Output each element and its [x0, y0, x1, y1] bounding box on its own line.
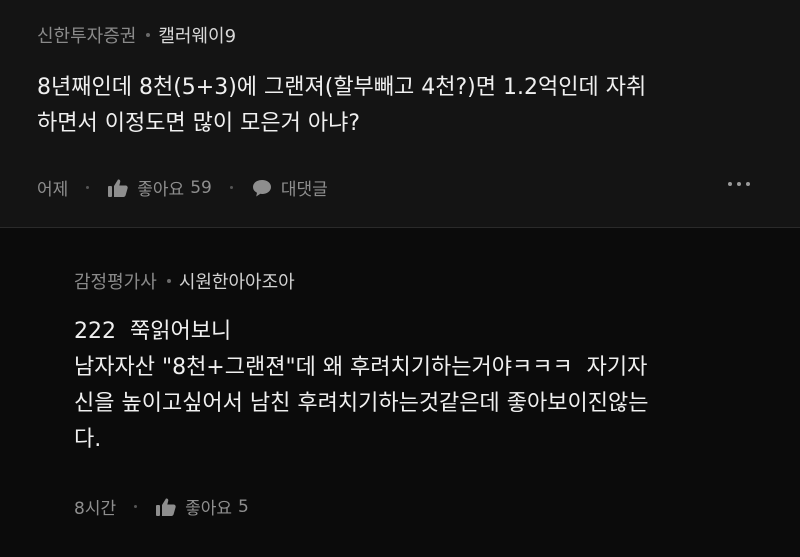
author-company: 감정평가사 — [74, 272, 157, 293]
author-company: 신한투자증권 — [37, 26, 137, 47]
author-nickname[interactable]: 캘러웨이9 — [158, 22, 236, 48]
like-count: 59 — [190, 177, 212, 198]
reply-author[interactable]: 감정평가사 시원한아아조아 — [74, 268, 295, 294]
meta-separator — [86, 186, 90, 189]
meta-separator — [229, 186, 233, 189]
comment-reply: 감정평가사 시원한아아조아 222 쭉읽어보니 남자자산 "8천+그랜젼"데 왜… — [0, 228, 800, 557]
reply-actions: 8시간 좋아요 5 — [74, 494, 249, 520]
comment-time: 어제 — [37, 180, 69, 200]
like-button[interactable]: 좋아요 59 — [107, 175, 212, 200]
more-dot — [746, 182, 750, 186]
reply-label: 대댓글 — [280, 180, 328, 200]
comment-body: 8년째인데 8천(5+3)에 그랜져(할부빼고 4천?)면 1.2억인데 자취 … — [37, 75, 647, 136]
speech-bubble-icon — [251, 178, 273, 198]
like-button[interactable]: 좋아요 5 — [155, 494, 249, 519]
reply-button[interactable]: 대댓글 — [251, 175, 328, 200]
author-separator-dot — [166, 279, 171, 283]
comment-author[interactable]: 신한투자증권 캘러웨이9 — [37, 22, 236, 48]
like-count: 5 — [238, 496, 249, 517]
more-dot — [737, 182, 741, 186]
meta-separator — [134, 505, 138, 508]
comment-main: 신한투자증권 캘러웨이9 8년째인데 8천(5+3)에 그랜져(할부빼고 4천?… — [0, 0, 800, 228]
reply-body: 222 쭉읽어보니 남자자산 "8천+그랜젼"데 왜 후려치기하는거야ㅋㅋㅋ 자… — [74, 319, 649, 452]
author-nickname[interactable]: 시원한아아조아 — [179, 268, 295, 294]
thumbs-up-icon — [155, 497, 177, 517]
like-label: 좋아요 — [137, 180, 185, 200]
comment-actions: 어제 좋아요 59 대댓글 — [37, 175, 328, 201]
more-dots-icon[interactable] — [728, 182, 750, 186]
reply-time: 8시간 — [74, 499, 117, 519]
author-separator-dot — [146, 33, 151, 37]
like-label: 좋아요 — [185, 499, 233, 519]
more-dot — [728, 182, 732, 186]
thumbs-up-icon — [107, 178, 129, 198]
